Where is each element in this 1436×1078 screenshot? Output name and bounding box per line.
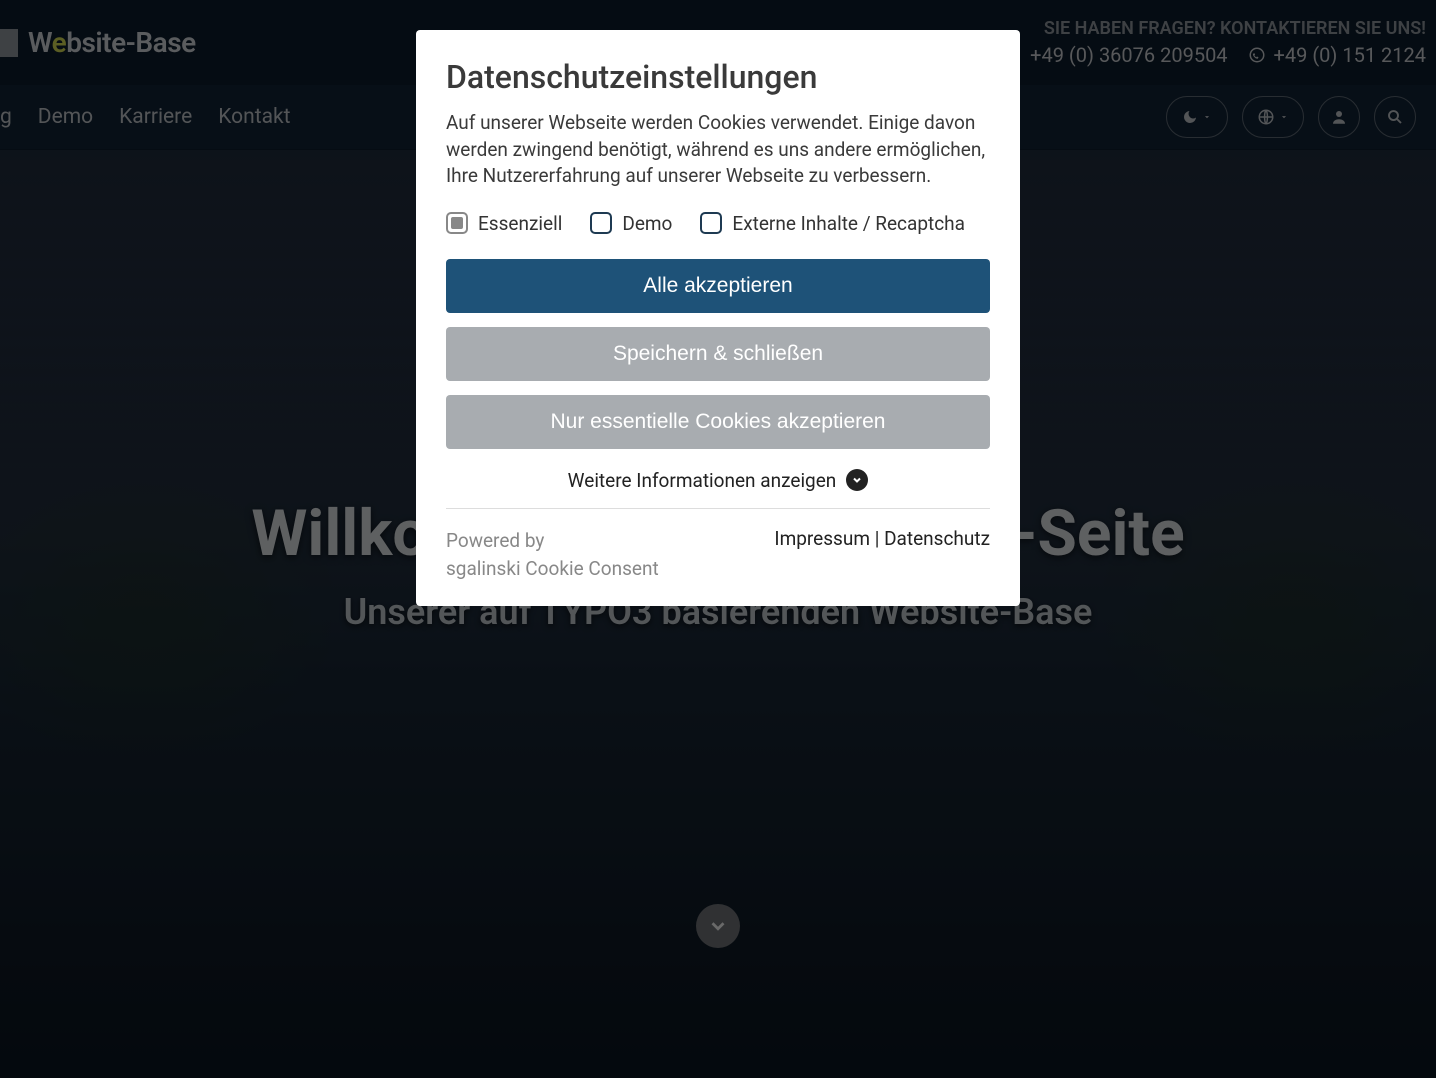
accept-all-button[interactable]: Alle akzeptieren [446,259,990,313]
checkbox-essenziell: Essenziell [446,212,562,235]
essential-only-button[interactable]: Nur essentielle Cookies akzeptieren [446,395,990,449]
powered-by-link[interactable]: sgalinski Cookie Consent [446,555,659,584]
modal-description: Auf unserer Webseite werden Cookies verw… [446,110,990,190]
checkbox-icon[interactable] [700,212,722,234]
powered-by: Powered by sgalinski Cookie Consent [446,527,659,584]
checkbox-demo[interactable]: Demo [590,212,672,235]
checkbox-icon [446,212,468,234]
more-info-label: Weitere Informationen anzeigen [568,469,837,492]
datenschutz-link[interactable]: Datenschutz [884,527,990,550]
modal-title: Datenschutzeinstellungen [446,58,990,96]
modal-footer: Powered by sgalinski Cookie Consent Impr… [446,508,990,584]
chevron-down-circle-icon [846,469,868,491]
checkbox-label: Externe Inhalte / Recaptcha [732,212,965,235]
checkbox-label: Essenziell [478,212,562,235]
impressum-link[interactable]: Impressum [774,527,870,550]
footer-links: Impressum | Datenschutz [774,527,990,550]
checkbox-row: Essenziell Demo Externe Inhalte / Recapt… [446,212,990,235]
checkbox-externe[interactable]: Externe Inhalte / Recaptcha [700,212,965,235]
cookie-consent-modal: Datenschutzeinstellungen Auf unserer Web… [416,30,1020,606]
save-close-button[interactable]: Speichern & schließen [446,327,990,381]
more-info-toggle[interactable]: Weitere Informationen anzeigen [446,463,990,508]
checkbox-icon[interactable] [590,212,612,234]
checkbox-label: Demo [622,212,672,235]
